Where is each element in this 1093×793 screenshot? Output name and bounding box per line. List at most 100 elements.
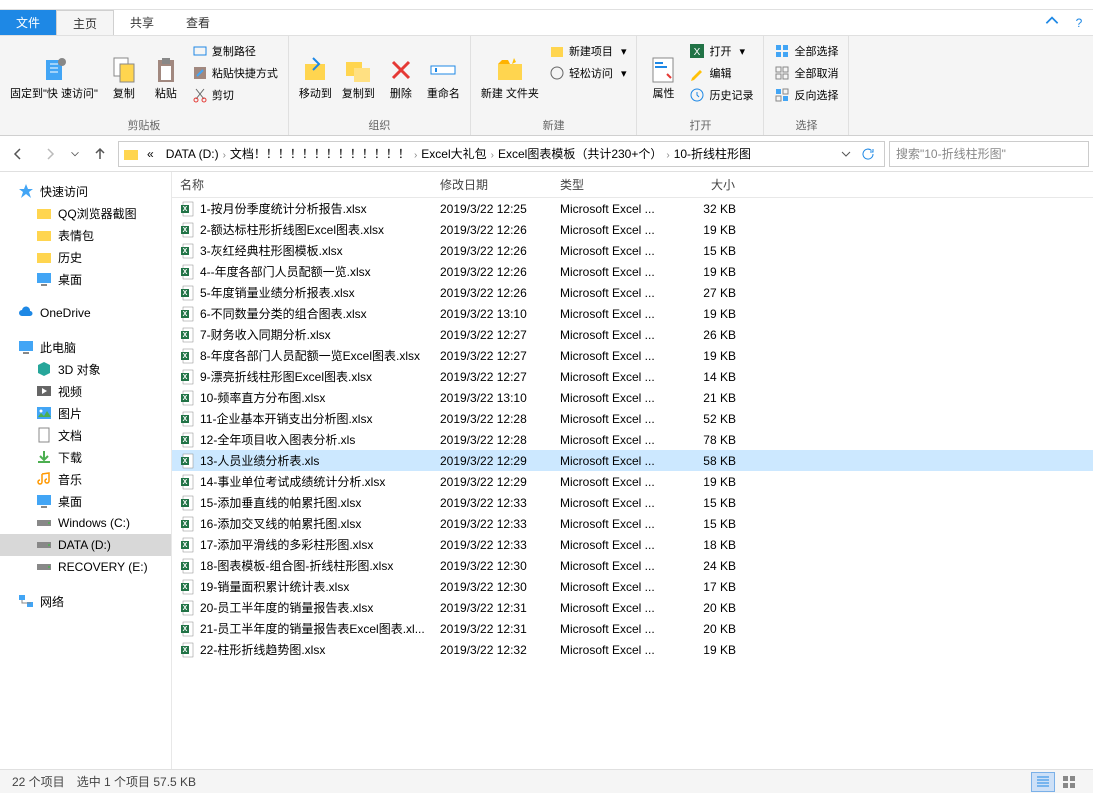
column-date[interactable]: 修改日期 <box>432 172 552 197</box>
sidebar-video[interactable]: 视频 <box>0 380 171 402</box>
sidebar-ddrive[interactable]: DATA (D:) <box>0 534 171 556</box>
file-row[interactable]: X1-按月份季度统计分析报告.xlsx2019/3/22 12:25Micros… <box>172 198 1093 219</box>
tab-file[interactable]: 文件 <box>0 10 56 35</box>
breadcrumb-item[interactable]: 文档！！！！！！！！！！！！！ <box>226 147 414 161</box>
sidebar-emoji[interactable]: 表情包 <box>0 224 171 246</box>
nav-back-button[interactable] <box>4 140 32 168</box>
open-button[interactable]: X 打开▾ <box>685 40 757 62</box>
file-row[interactable]: X6-不同数量分类的组合图表.xlsx2019/3/22 13:10Micros… <box>172 303 1093 324</box>
file-row[interactable]: X4--年度各部门人员配额一览.xlsx2019/3/22 12:26Micro… <box>172 261 1093 282</box>
sidebar-onedrive[interactable]: OneDrive <box>0 302 171 324</box>
file-row[interactable]: X14-事业单位考试成绩统计分析.xlsx2019/3/22 12:29Micr… <box>172 471 1093 492</box>
sidebar-music[interactable]: 音乐 <box>0 468 171 490</box>
file-row[interactable]: X18-图表模板-组合图-折线柱形图.xlsx2019/3/22 12:30Mi… <box>172 555 1093 576</box>
file-row[interactable]: X20-员工半年度的销量报告表.xlsx2019/3/22 12:31Micro… <box>172 597 1093 618</box>
sidebar-thispc[interactable]: 此电脑 <box>0 336 171 358</box>
paste-shortcut-button[interactable]: 粘贴快捷方式 <box>188 62 282 84</box>
nav-up-button[interactable] <box>86 140 114 168</box>
edit-button[interactable]: 编辑 <box>685 62 757 84</box>
file-row[interactable]: X17-添加平滑线的多彩柱形图.xlsx2019/3/22 12:33Micro… <box>172 534 1093 555</box>
sidebar-desktop[interactable]: 桌面 <box>0 268 171 290</box>
sidebar-history[interactable]: 历史 <box>0 246 171 268</box>
file-row[interactable]: X21-员工半年度的销量报告表Excel图表.xl...2019/3/22 12… <box>172 618 1093 639</box>
sidebar-quick-access[interactable]: 快速访问 <box>0 180 171 202</box>
excel-icon: X <box>180 348 196 364</box>
file-date: 2019/3/22 12:26 <box>432 223 552 237</box>
file-row[interactable]: X12-全年项目收入图表分析.xls2019/3/22 12:28Microso… <box>172 429 1093 450</box>
file-row[interactable]: X3-灰红经典柱形图模板.xlsx2019/3/22 12:26Microsof… <box>172 240 1093 261</box>
view-large-button[interactable] <box>1057 772 1081 792</box>
copy-path-button[interactable]: 复制路径 <box>188 40 282 62</box>
nav-forward-button[interactable] <box>36 140 64 168</box>
pin-button[interactable]: 固定到"快 速访问" <box>6 40 102 115</box>
file-name: 20-员工半年度的销量报告表.xlsx <box>200 599 373 616</box>
file-row[interactable]: X5-年度销量业绩分析报表.xlsx2019/3/22 12:26Microso… <box>172 282 1093 303</box>
file-row[interactable]: X15-添加垂直线的帕累托图.xlsx2019/3/22 12:33Micros… <box>172 492 1093 513</box>
svg-text:X: X <box>694 47 701 58</box>
sidebar-docs[interactable]: 文档 <box>0 424 171 446</box>
sidebar-recovery[interactable]: RECOVERY (E:) <box>0 556 171 578</box>
help-button[interactable]: ? <box>1065 16 1093 30</box>
ribbon-collapse-button[interactable] <box>1043 12 1061 33</box>
shortcut-icon <box>192 65 208 81</box>
file-size: 58 KB <box>664 454 744 468</box>
selectall-button[interactable]: 全部选择 <box>770 40 842 62</box>
easyaccess-button[interactable]: 轻松访问▾ <box>545 62 631 84</box>
sidebar-desktop2[interactable]: 桌面 <box>0 490 171 512</box>
sidebar-downloads[interactable]: 下载 <box>0 446 171 468</box>
selectnone-button[interactable]: 全部取消 <box>770 62 842 84</box>
cut-button[interactable]: 剪切 <box>188 84 282 106</box>
sidebar-qq[interactable]: QQ浏览器截图 <box>0 202 171 224</box>
file-row[interactable]: X16-添加交叉线的帕累托图.xlsx2019/3/22 12:33Micros… <box>172 513 1093 534</box>
file-type: Microsoft Excel ... <box>552 622 664 636</box>
file-row[interactable]: X19-销量面积累计统计表.xlsx2019/3/22 12:30Microso… <box>172 576 1093 597</box>
file-type: Microsoft Excel ... <box>552 412 664 426</box>
history-button[interactable]: 历史记录 <box>685 84 757 106</box>
file-row[interactable]: X11-企业基本开销支出分析图.xlsx2019/3/22 12:28Micro… <box>172 408 1093 429</box>
file-row[interactable]: X22-柱形折线趋势图.xlsx2019/3/22 12:32Microsoft… <box>172 639 1093 660</box>
sidebar-3d[interactable]: 3D 对象 <box>0 358 171 380</box>
moveto-button[interactable]: 移动到 <box>295 40 336 115</box>
paste-button[interactable]: 粘贴 <box>146 40 186 115</box>
file-row[interactable]: X7-财务收入同期分析.xlsx2019/3/22 12:27Microsoft… <box>172 324 1093 345</box>
file-row[interactable]: X10-频率直方分布图.xlsx2019/3/22 13:10Microsoft… <box>172 387 1093 408</box>
column-name[interactable]: 名称 <box>172 172 432 197</box>
nav-history-button[interactable] <box>68 140 82 168</box>
cube-icon <box>36 361 52 377</box>
refresh-button[interactable] <box>856 140 880 168</box>
newfolder-button[interactable]: 新建 文件夹 <box>477 40 543 115</box>
breadcrumb-item[interactable]: DATA (D:) <box>162 147 223 161</box>
copy-button[interactable]: 复制 <box>104 40 144 115</box>
sidebar-pictures[interactable]: 图片 <box>0 402 171 424</box>
search-input[interactable]: 搜索"10-折线柱形图" <box>889 141 1089 167</box>
file-row[interactable]: X2-额达标柱形折线图Excel图表.xlsx2019/3/22 12:26Mi… <box>172 219 1093 240</box>
file-row[interactable]: X9-漂亮折线柱形图Excel图表.xlsx2019/3/22 12:27Mic… <box>172 366 1093 387</box>
file-size: 20 KB <box>664 622 744 636</box>
delete-button[interactable]: 删除 <box>381 40 421 115</box>
properties-button[interactable]: 属性 <box>643 40 683 115</box>
file-row[interactable]: X13-人员业绩分析表.xls2019/3/22 12:29Microsoft … <box>172 450 1093 471</box>
breadcrumb-dropdown[interactable] <box>836 140 856 168</box>
tab-share[interactable]: 共享 <box>114 10 170 35</box>
breadcrumb-item[interactable]: 10-折线柱形图 <box>670 147 755 161</box>
excel-icon: X <box>180 474 196 490</box>
breadcrumb-item[interactable]: Excel图表模板（共计230+个） <box>494 147 666 161</box>
copyto-button[interactable]: 复制到 <box>338 40 379 115</box>
excel-icon: X <box>180 306 196 322</box>
column-type[interactable]: 类型 <box>552 172 664 197</box>
rename-button[interactable]: 重命名 <box>423 40 464 115</box>
invert-button[interactable]: 反向选择 <box>770 84 842 106</box>
pc-icon <box>18 339 34 355</box>
sidebar-cdrive[interactable]: Windows (C:) <box>0 512 171 534</box>
file-row[interactable]: X8-年度各部门人员配额一览Excel图表.xlsx2019/3/22 12:2… <box>172 345 1093 366</box>
newitem-button[interactable]: 新建项目▾ <box>545 40 631 62</box>
sidebar-network[interactable]: 网络 <box>0 590 171 612</box>
breadcrumb-item[interactable]: Excel大礼包 <box>417 147 490 161</box>
file-size: 15 KB <box>664 496 744 510</box>
tab-view[interactable]: 查看 <box>170 10 226 35</box>
view-details-button[interactable] <box>1031 772 1055 792</box>
column-size[interactable]: 大小 <box>664 172 744 197</box>
breadcrumb[interactable]: « DATA (D:)›文档！！！！！！！！！！！！！›Excel大礼包›Exc… <box>118 141 885 167</box>
tab-home[interactable]: 主页 <box>56 10 114 35</box>
status-count: 22 个项目 <box>12 773 65 790</box>
